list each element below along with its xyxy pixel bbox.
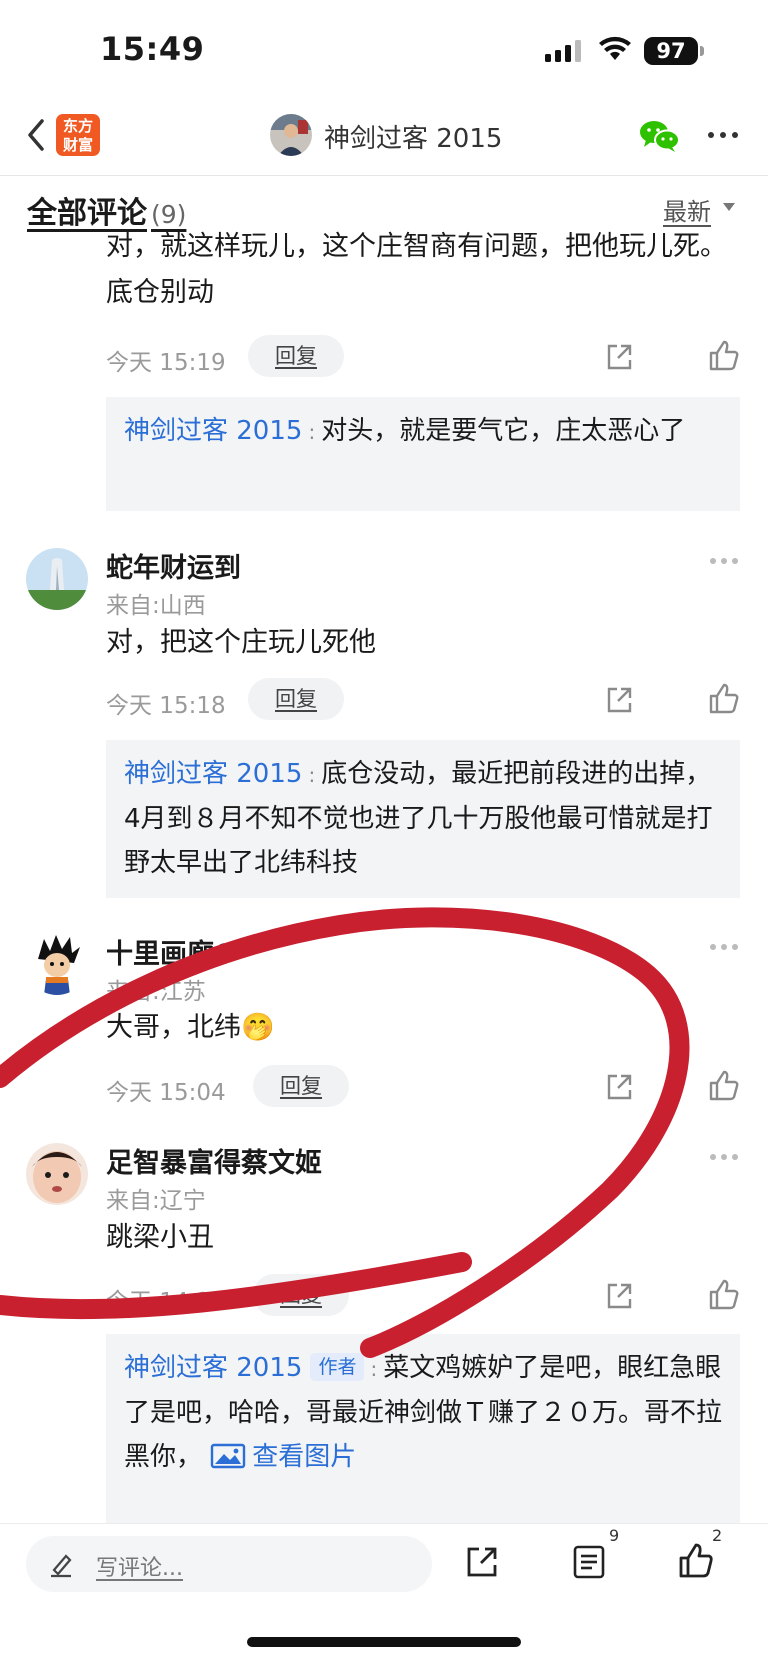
reply-separator: : xyxy=(308,420,316,444)
comment-count-badge: 9 xyxy=(609,1526,620,1545)
reply-author-link[interactable]: 神剑过客 2015 xyxy=(124,416,302,446)
username[interactable]: 十里画廊6 xyxy=(106,932,233,971)
status-bar: 15:49 97 xyxy=(0,0,768,100)
share-icon[interactable] xyxy=(603,684,635,716)
reply-button[interactable]: 回复 xyxy=(248,678,344,720)
comment-time: 今天 15:19 xyxy=(106,350,226,376)
pencil-icon xyxy=(51,1554,72,1578)
user-avatar[interactable] xyxy=(26,548,88,610)
like-count-badge: 2 xyxy=(712,1526,723,1545)
page-title: 神剑过客 2015 xyxy=(324,124,503,154)
username[interactable]: 足智暴富得蔡文姬 xyxy=(106,1141,322,1180)
image-icon xyxy=(211,1443,246,1469)
view-image-link[interactable]: 查看图片 xyxy=(210,1442,356,1472)
like-icon[interactable] xyxy=(707,1278,741,1312)
battery-cap xyxy=(700,46,704,56)
comment-time: 今天 14:27 xyxy=(106,1289,226,1315)
cellular-signal-icon xyxy=(545,40,581,62)
reply-author-link[interactable]: 神剑过客 2015 xyxy=(124,1353,302,1383)
comment-more-icon[interactable] xyxy=(709,942,739,952)
write-comment-input[interactable]: 写评论... xyxy=(26,1536,432,1592)
comment-body: 跳梁小丑 xyxy=(106,1222,214,1253)
comment-more-icon[interactable] xyxy=(709,556,739,566)
reply-author-link[interactable]: 神剑过客 2015 xyxy=(124,759,302,789)
like-icon[interactable] xyxy=(677,1542,715,1580)
share-icon[interactable] xyxy=(603,341,635,373)
username[interactable]: 蛇年财运到 xyxy=(106,546,241,585)
logo-text-line2: 财富 xyxy=(62,136,93,154)
share-icon[interactable] xyxy=(464,1544,500,1580)
user-avatar[interactable] xyxy=(26,933,88,995)
more-options-icon[interactable] xyxy=(706,120,740,150)
like-icon[interactable] xyxy=(707,1069,741,1103)
wifi-icon xyxy=(599,36,631,60)
nav-bar: 东方 财富 神剑过客 2015 xyxy=(0,100,768,176)
view-image-label: 查看图片 xyxy=(252,1442,357,1472)
like-icon[interactable] xyxy=(707,682,741,716)
reply-separator: : xyxy=(308,763,316,787)
user-avatar[interactable] xyxy=(26,1143,88,1205)
eastmoney-logo[interactable]: 东方 财富 xyxy=(56,114,100,156)
reply-button[interactable]: 回复 xyxy=(248,335,344,377)
reply-button[interactable]: 回复 xyxy=(253,1065,349,1107)
reply-separator: : xyxy=(370,1357,378,1381)
comment-body: 对，就这样玩儿，这个庄智商有问题，把他玩儿死。底仓别动 xyxy=(106,231,727,308)
location: 来自:辽宁 xyxy=(106,1188,206,1214)
author-avatar[interactable] xyxy=(270,114,312,156)
author-badge: 作者 xyxy=(310,1353,365,1381)
reply-text: 对头，就是要气它，庄太恶心了 xyxy=(321,416,686,446)
battery-indicator: 97 xyxy=(644,37,698,65)
comment-time: 今天 15:18 xyxy=(106,693,226,719)
share-icon[interactable] xyxy=(603,1071,635,1103)
comment-placeholder: 写评论... xyxy=(96,1556,183,1581)
location: 来自:江苏 xyxy=(106,979,206,1005)
hand-over-mouth-emoji: 🤭 xyxy=(241,1012,275,1043)
sort-dropdown-icon[interactable] xyxy=(723,203,735,211)
share-icon[interactable] xyxy=(603,1280,635,1312)
reply-button[interactable]: 回复 xyxy=(253,1274,349,1316)
reply-box: 神剑过客 2015: 对头，就是要气它，庄太恶心了 xyxy=(106,397,740,511)
back-chevron-icon[interactable] xyxy=(22,115,52,155)
comment-more-icon[interactable] xyxy=(709,1152,739,1162)
comment-body: 大哥，北纬🤭 xyxy=(106,1005,731,1051)
comment-time: 今天 15:04 xyxy=(106,1080,226,1106)
reply-box: 神剑过客 2015: 底仓没动，最近把前段进的出掉，4月到８月不知不觉也进了几十万… xyxy=(106,740,740,898)
sort-latest-button[interactable]: 最新 xyxy=(663,192,711,227)
like-icon[interactable] xyxy=(707,339,741,373)
comment-text: 大哥，北纬 xyxy=(106,1012,241,1043)
comment-list-icon[interactable] xyxy=(572,1544,606,1580)
location: 来自:山西 xyxy=(106,593,206,619)
comment-body: 对，把这个庄玩儿死他 xyxy=(106,627,376,658)
reply-box: 神剑过客 2015 作者: 菜文鸡嫉妒了是吧，眼红急眼了是吧，哈哈，哥最近神剑做Ｔ赚… xyxy=(106,1334,740,1524)
home-indicator xyxy=(247,1637,521,1647)
wechat-share-icon[interactable] xyxy=(638,118,680,154)
logo-text-line1: 东方 xyxy=(62,117,93,135)
status-time: 15:49 xyxy=(100,30,205,68)
